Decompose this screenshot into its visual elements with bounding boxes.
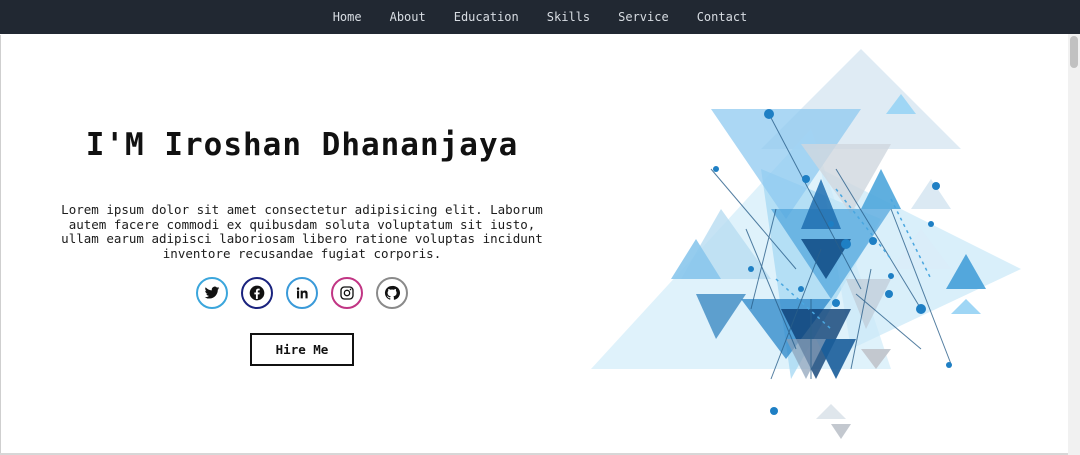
- github-icon: [384, 285, 400, 300]
- github-link[interactable]: [376, 277, 408, 309]
- linkedin-link[interactable]: [286, 277, 318, 309]
- social-links: [61, 277, 543, 309]
- facebook-icon: [249, 285, 265, 301]
- hero-illustration: [591, 49, 1021, 439]
- hero-section: I'M Iroshan Dhananjaya Lorem ipsum dolor…: [0, 35, 1068, 453]
- instagram-icon: [340, 286, 354, 300]
- twitter-icon: [204, 286, 220, 299]
- nav-link-education[interactable]: Education: [440, 0, 533, 34]
- top-navbar: Home About Education Skills Service Cont…: [0, 0, 1080, 34]
- nav-link-service[interactable]: Service: [604, 0, 683, 34]
- nav-link-contact[interactable]: Contact: [683, 0, 762, 34]
- scrollbar-thumb[interactable]: [1070, 36, 1078, 68]
- nav-link-skills[interactable]: Skills: [533, 0, 604, 34]
- hire-me-button[interactable]: Hire Me: [250, 333, 354, 366]
- instagram-link[interactable]: [331, 277, 363, 309]
- nav-links: Home About Education Skills Service Cont…: [319, 0, 762, 34]
- facebook-link[interactable]: [241, 277, 273, 309]
- nav-link-about[interactable]: About: [376, 0, 440, 34]
- vertical-scrollbar[interactable]: [1068, 34, 1080, 455]
- hero-title: I'M Iroshan Dhananjaya: [85, 127, 519, 163]
- nav-link-home[interactable]: Home: [319, 0, 376, 34]
- twitter-link[interactable]: [196, 277, 228, 309]
- linkedin-icon: [296, 287, 308, 299]
- hero-description: Lorem ipsum dolor sit amet consectetur a…: [61, 202, 543, 261]
